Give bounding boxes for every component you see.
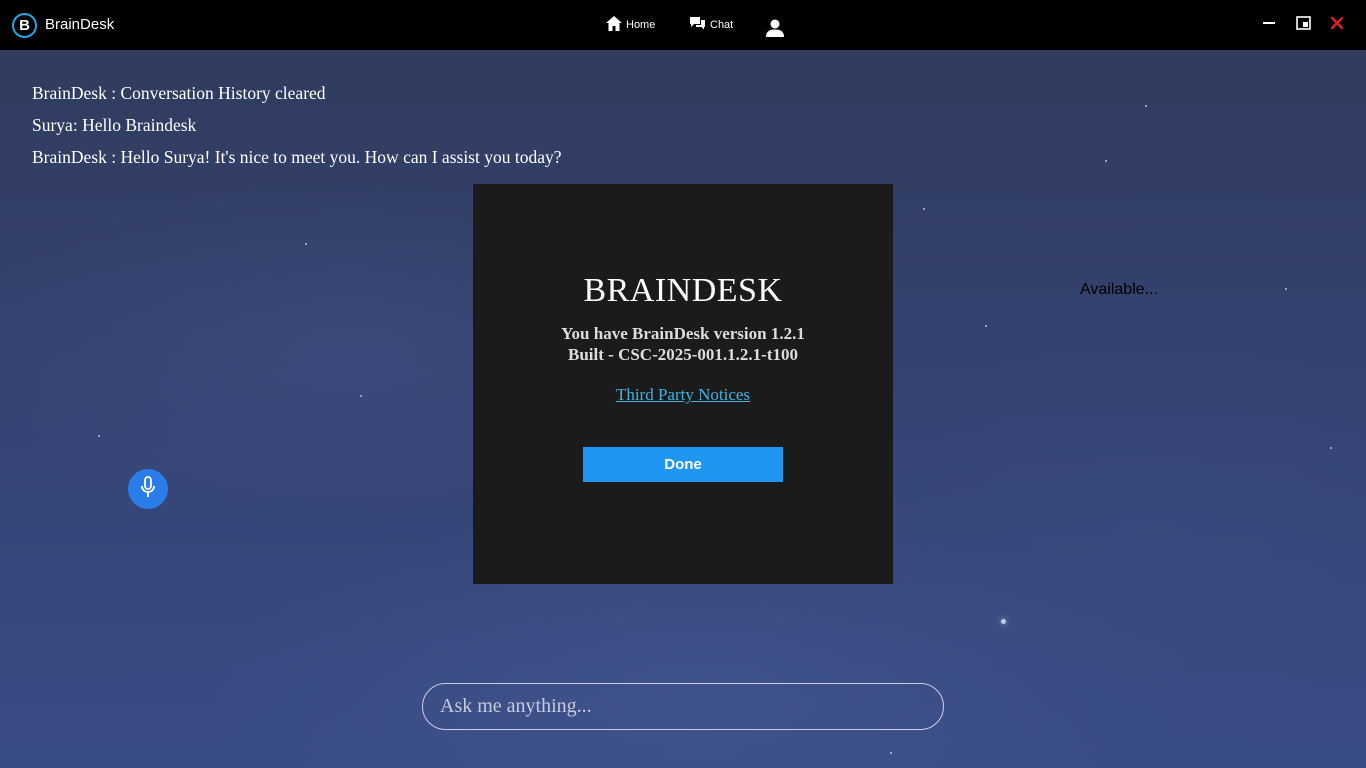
third-party-notices-link[interactable]: Third Party Notices xyxy=(473,385,893,405)
chat-bubbles-icon xyxy=(689,16,710,33)
star xyxy=(305,243,307,245)
dialog-brand-title: BRAINDESK xyxy=(583,272,783,309)
app-logo-letter: B xyxy=(19,17,30,34)
star xyxy=(1285,288,1287,290)
nav-chat-label: Chat xyxy=(710,18,734,31)
dialog-version-text: You have BrainDesk version 1.2.1 xyxy=(561,324,805,343)
about-dialog: BRAINDESK You have BrainDesk version 1.2… xyxy=(473,184,893,584)
chat-message: BrainDesk : Conversation History cleared xyxy=(32,83,326,103)
star xyxy=(98,435,100,437)
home-icon xyxy=(606,16,626,34)
star xyxy=(1001,619,1006,624)
minimize-button[interactable] xyxy=(1257,13,1281,37)
microphone-icon xyxy=(140,475,156,503)
star xyxy=(1105,160,1107,162)
chat-message: Surya: Hello Braindesk xyxy=(32,115,197,135)
app-logo: B xyxy=(12,13,37,38)
close-icon xyxy=(1330,16,1344,35)
star xyxy=(985,325,987,327)
nav-chat[interactable]: Chat xyxy=(689,16,733,33)
star xyxy=(1330,447,1332,449)
restore-icon xyxy=(1295,15,1311,35)
nav-home-label: Home xyxy=(626,19,656,31)
minimize-icon xyxy=(1262,16,1276,35)
restore-button[interactable] xyxy=(1291,13,1315,37)
done-button[interactable]: Done xyxy=(583,447,783,482)
close-button[interactable] xyxy=(1325,13,1349,37)
star xyxy=(360,395,362,397)
dialog-build-text: Built - CSC-2025-001.1.2.1-t100 xyxy=(568,345,798,364)
status-text: Available... xyxy=(1080,281,1158,298)
title-bar: B BrainDesk Home Chat xyxy=(0,0,1366,50)
star xyxy=(890,752,892,754)
conversation-log: BrainDesk : Conversation History cleared… xyxy=(32,82,562,178)
microphone-button[interactable] xyxy=(128,469,168,509)
user-profile-button[interactable] xyxy=(765,19,789,40)
user-icon xyxy=(765,19,789,40)
app-title: BrainDesk xyxy=(45,16,115,33)
star xyxy=(923,208,925,210)
nav-home[interactable]: Home xyxy=(606,16,655,34)
ask-input[interactable] xyxy=(422,683,944,730)
chat-message: BrainDesk : Hello Surya! It's nice to me… xyxy=(32,147,562,167)
star xyxy=(1145,105,1147,107)
